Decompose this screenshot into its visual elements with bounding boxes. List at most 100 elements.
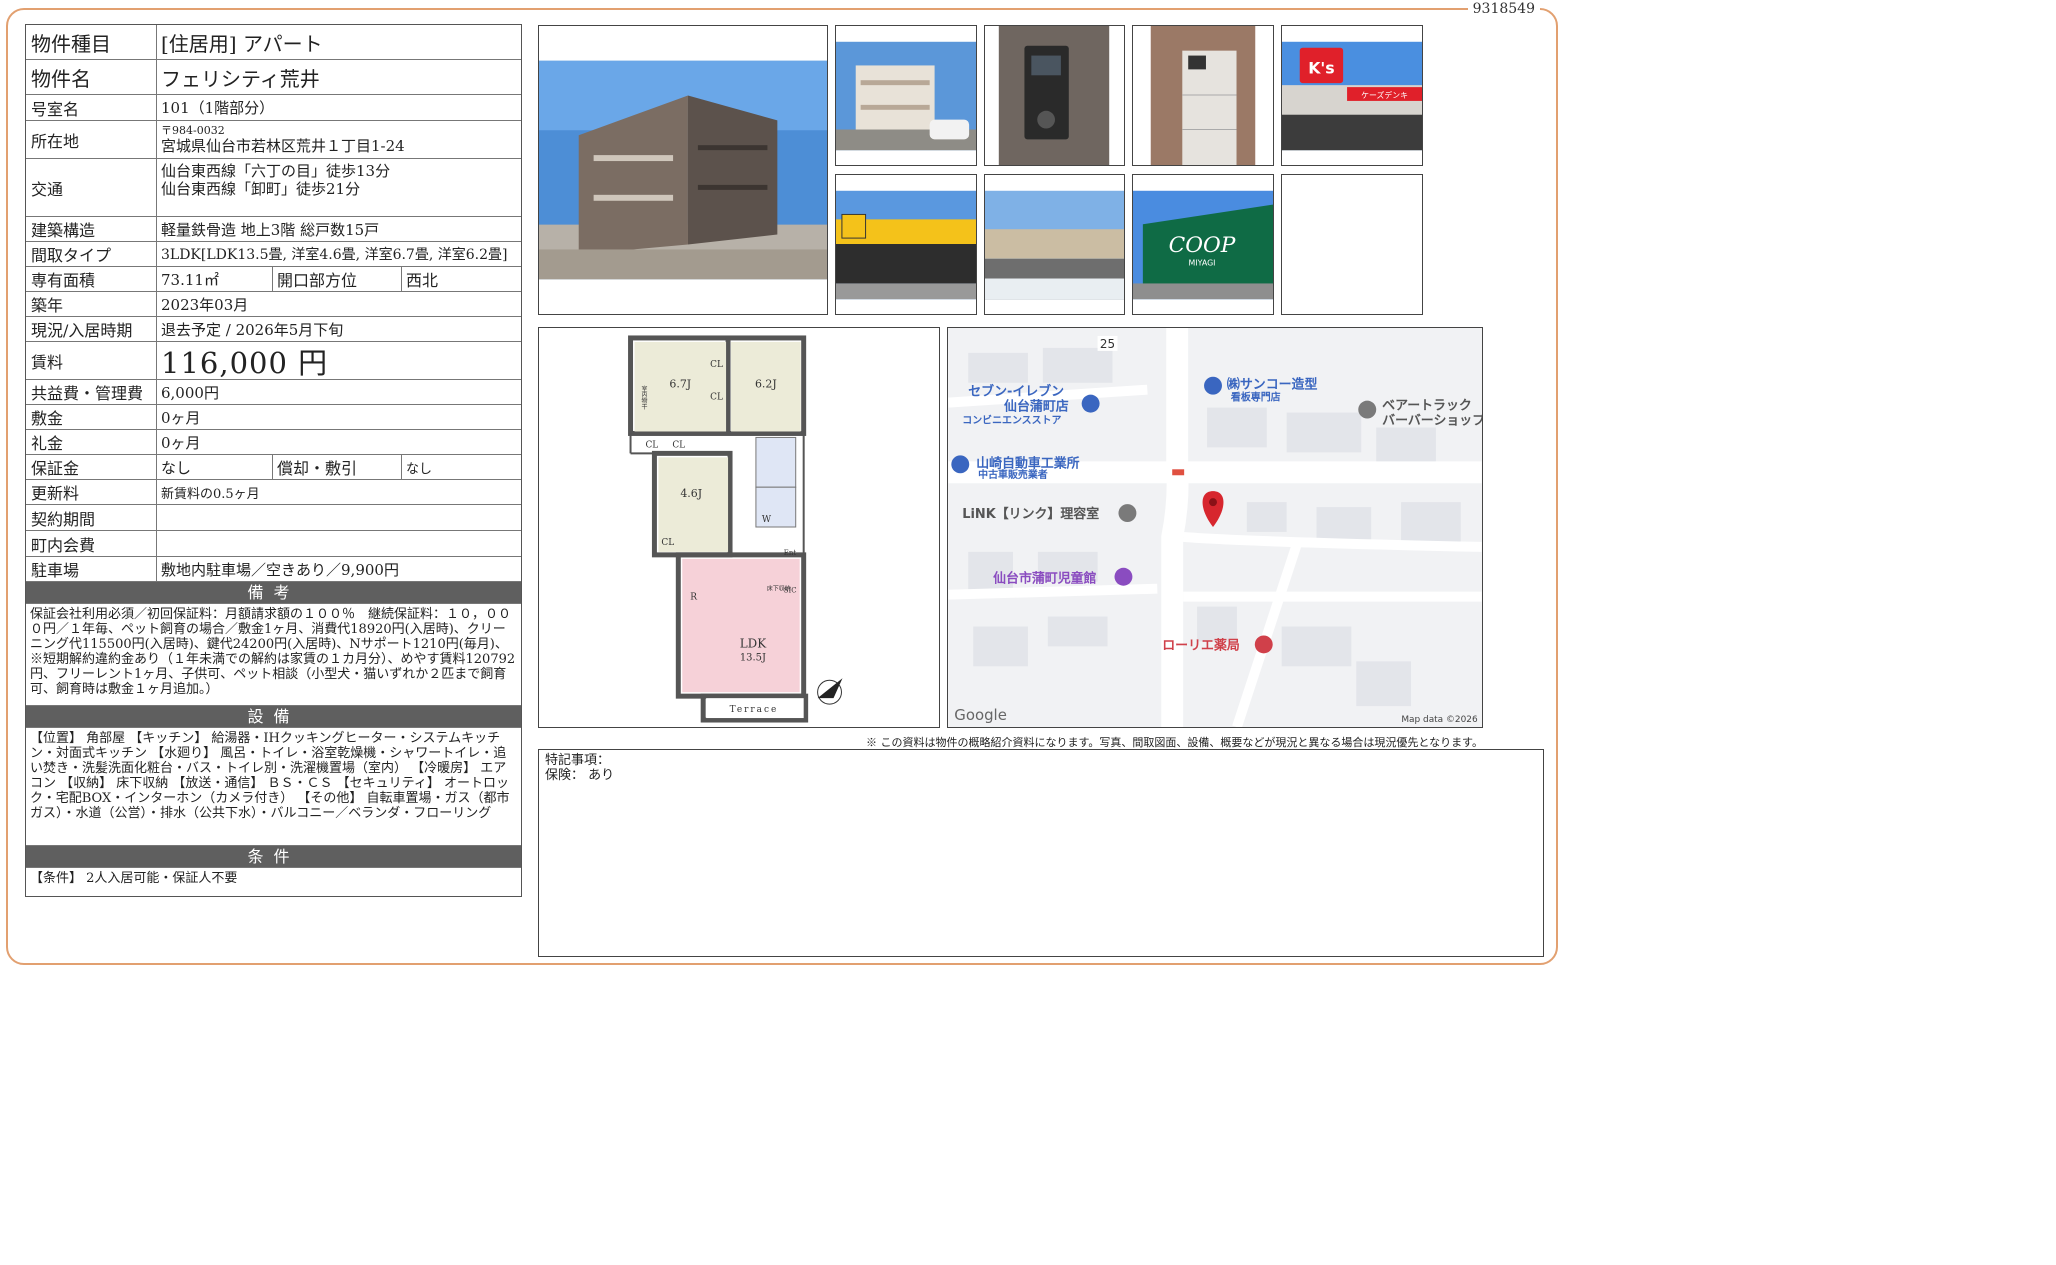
floor-plan: 6.7J 6.2J 4.6J LDK 13.5J CL CL CL CL CL …	[538, 327, 940, 728]
poi-7eleven-sub: 仙台蒲町店	[1004, 399, 1069, 415]
fridge-tag: R	[690, 593, 697, 603]
row-rent: 賃料 116,000 円	[26, 342, 521, 380]
shop-icon[interactable]	[1204, 376, 1222, 395]
washroom-tag: W	[762, 515, 772, 525]
disclaimer-text: ※ この資料は物件の概略紹介資料になります。写真、間取図面、設備、概要などが現況…	[866, 736, 1483, 749]
rent-label: 賃料	[26, 342, 157, 379]
road-number: 25	[1100, 337, 1115, 351]
area-map[interactable]: 25 セブン-イレブン 仙台蒲町店 コンビニエンスストア ㈱サンコー造型 看板専…	[947, 327, 1483, 728]
guarantee-label: 保証金	[26, 455, 157, 479]
area-label: 専有面積	[26, 267, 157, 291]
coop-sign-text: COOP	[1169, 233, 1236, 258]
access-label: 交通	[26, 159, 157, 216]
amortization-label: 償却・敷引	[273, 455, 402, 479]
remarks-header: 備考	[26, 582, 521, 604]
conditions-header: 条件	[26, 846, 521, 868]
row-deposit: 敷金 0ヶ月	[26, 405, 521, 430]
status-value: 退去予定 / 2026年5月下旬	[161, 320, 344, 339]
poi-sanko-desc: 看板専門店	[1231, 391, 1281, 404]
fee-label: 共益費・管理費	[26, 380, 157, 404]
document-id: 9318549	[1467, 1, 1540, 17]
row-built: 築年 2023年03月	[26, 292, 521, 317]
key-money-value: 0ヶ月	[161, 433, 201, 452]
association-label: 町内会費	[26, 531, 157, 556]
row-name: 物件名 フェリシティ荒井	[26, 60, 521, 95]
store-photo-ks-denki: K's ケーズデンキ	[1281, 25, 1423, 166]
poi-sanko: ㈱サンコー造型	[1227, 377, 1318, 393]
layout-label: 間取タイプ	[26, 242, 157, 266]
terrace-label: Terrace	[730, 705, 779, 715]
room-6-2j: 6.2J	[755, 378, 777, 391]
row-layout: 間取タイプ 3LDK[LDK13.5畳, 洋室4.6畳, 洋室6.7畳, 洋室6…	[26, 242, 521, 267]
poi-7eleven-desc: コンビニエンスストア	[962, 414, 1061, 427]
built-label: 築年	[26, 292, 157, 316]
row-fee: 共益費・管理費 6,000円	[26, 380, 521, 405]
row-contract: 契約期間	[26, 505, 521, 531]
row-parking: 駐車場 敷地内駐車場／空きあり／9,900円	[26, 557, 521, 582]
structure-label: 建築構造	[26, 217, 157, 241]
fee-value: 6,000円	[161, 383, 219, 402]
row-guarantee: 保証金 なし 償却・敷引 なし	[26, 455, 521, 480]
pharmacy-icon[interactable]	[1254, 635, 1273, 654]
google-logo: Google	[954, 706, 1007, 724]
closet-5: CL	[661, 538, 674, 548]
poi-7eleven: セブン-イレブン	[968, 384, 1064, 400]
remarks-text: 保証会社利用必須／初回保証料：月額請求額の１００％ 継続保証料：１０，０００円／…	[26, 604, 521, 706]
ks-sub-text: ケーズデンキ	[1361, 90, 1408, 100]
rent-value: 116,000 円	[161, 345, 329, 380]
equipment-header: 設備	[26, 706, 521, 728]
building-exterior-photo	[538, 25, 828, 315]
address-label: 所在地	[26, 121, 157, 158]
parking-label: 駐車場	[26, 557, 157, 581]
building-icon[interactable]	[1114, 567, 1133, 586]
shop-icon[interactable]	[1081, 394, 1100, 413]
closet-4: CL	[710, 360, 723, 370]
renewal-label: 更新料	[26, 480, 157, 504]
building-side-photo	[835, 25, 977, 166]
opening-label: 開口部方位	[273, 267, 402, 291]
poi-bear-truck-sub: バーバーショップ	[1382, 414, 1482, 429]
parking-value: 敷地内駐車場／空きあり／9,900円	[161, 560, 399, 579]
built-value: 2023年03月	[161, 295, 249, 314]
room-ldk: LDK	[740, 636, 767, 650]
delivery-box-photo	[1132, 25, 1274, 166]
access-line-2: 仙台東西線「卸町」徒歩21分	[161, 180, 361, 198]
status-label: 現況/入居時期	[26, 317, 157, 341]
room-label: 号室名	[26, 95, 157, 120]
special-notes-title: 特記事項：	[545, 753, 611, 768]
poi-pharmacy: ローリエ薬局	[1162, 637, 1240, 653]
renewal-value: 新賃料の0.5ヶ月	[161, 486, 260, 502]
shop-icon[interactable]	[951, 455, 970, 474]
address-block: 〒984-0032 宮城県仙台市若林区荒井１丁目1-24	[157, 121, 521, 158]
row-renewal: 更新料 新賃料の0.5ヶ月	[26, 480, 521, 505]
address-value: 宮城県仙台市若林区荒井１丁目1-24	[161, 137, 405, 156]
poi-childrens-hall: 仙台市蒲町児童館	[993, 571, 1096, 587]
compass-icon	[817, 678, 843, 705]
shopping-center-photo	[984, 174, 1125, 315]
special-notes-box: 特記事項： 保険： あり	[538, 749, 1544, 957]
deposit-value: 0ヶ月	[161, 408, 201, 427]
poi-pin-icon[interactable]	[1118, 504, 1137, 523]
poi-yamazaki-desc: 中古車販売業者	[978, 468, 1048, 481]
room-6-7j: 6.7J	[669, 378, 691, 391]
ks-sign-text: K's	[1308, 58, 1334, 77]
row-address: 所在地 〒984-0032 宮城県仙台市若林区荒井１丁目1-24	[26, 121, 521, 159]
entrance-tag: Ent	[784, 549, 797, 557]
poi-bear-truck: ベアートラック	[1382, 399, 1472, 414]
store-photo-coop: COOP MIYAGI	[1132, 174, 1274, 315]
poi-pin-icon[interactable]	[1358, 400, 1377, 419]
room-ldk-size: 13.5J	[740, 652, 766, 663]
conditions-text: 【条件】 2人入居可能・保証人不要	[30, 871, 238, 886]
closet-1: CL	[645, 440, 658, 450]
map-attribution: Map data ©2026	[1401, 715, 1478, 725]
poi-yamazaki: 山崎自動車工業所	[976, 455, 1079, 471]
row-association: 町内会費	[26, 531, 521, 557]
closet-2: CL	[672, 440, 685, 450]
closet-3: CL	[710, 393, 723, 403]
area-value: 73.11㎡	[157, 267, 273, 291]
row-room: 号室名 101（1階部分）	[26, 95, 521, 121]
row-type: 物件種目 [住居用] アパート	[26, 25, 521, 60]
indoor-drying-tag: 室内物干	[640, 385, 647, 411]
row-key-money: 礼金 0ヶ月	[26, 430, 521, 455]
name-value: フェリシティ荒井	[161, 66, 320, 91]
